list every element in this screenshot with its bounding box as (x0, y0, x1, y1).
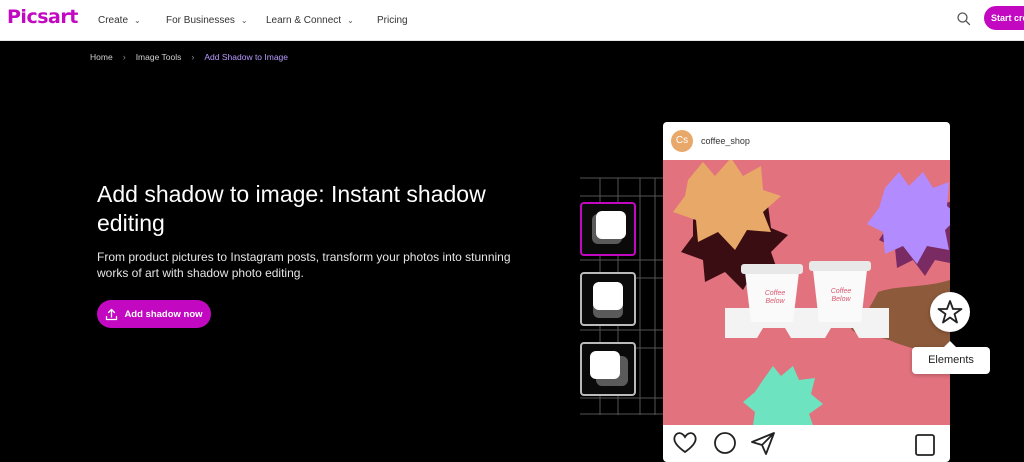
heart-icon[interactable] (671, 430, 699, 456)
avatar: Cs (671, 130, 693, 152)
shadow-style-option-2[interactable] (580, 272, 636, 326)
star-icon (937, 300, 963, 324)
cup-label-right: Coffee Below (830, 288, 852, 303)
shadow-preview-icon (590, 351, 628, 386)
send-icon[interactable] (749, 430, 777, 456)
cup-label-left: Coffee Below (764, 290, 786, 305)
post-preview-card: Cs coffee_shop Coffee Below Coffee Below (663, 122, 950, 462)
shadow-style-option-3[interactable] (580, 342, 636, 396)
shadow-style-option-1[interactable] (580, 202, 636, 256)
post-header: Cs coffee_shop (663, 122, 950, 160)
comment-icon[interactable] (711, 430, 739, 456)
coffee-cups-image (673, 160, 950, 425)
elements-button[interactable] (930, 292, 970, 332)
post-actions-bar (663, 430, 950, 462)
shadow-preview-icon (593, 282, 623, 318)
post-photo: Coffee Below Coffee Below (663, 160, 950, 425)
shadow-preview-icon (592, 211, 626, 244)
elements-tooltip: Elements (912, 341, 990, 374)
bookmark-icon[interactable] (913, 432, 937, 456)
post-username: coffee_shop (701, 136, 750, 146)
